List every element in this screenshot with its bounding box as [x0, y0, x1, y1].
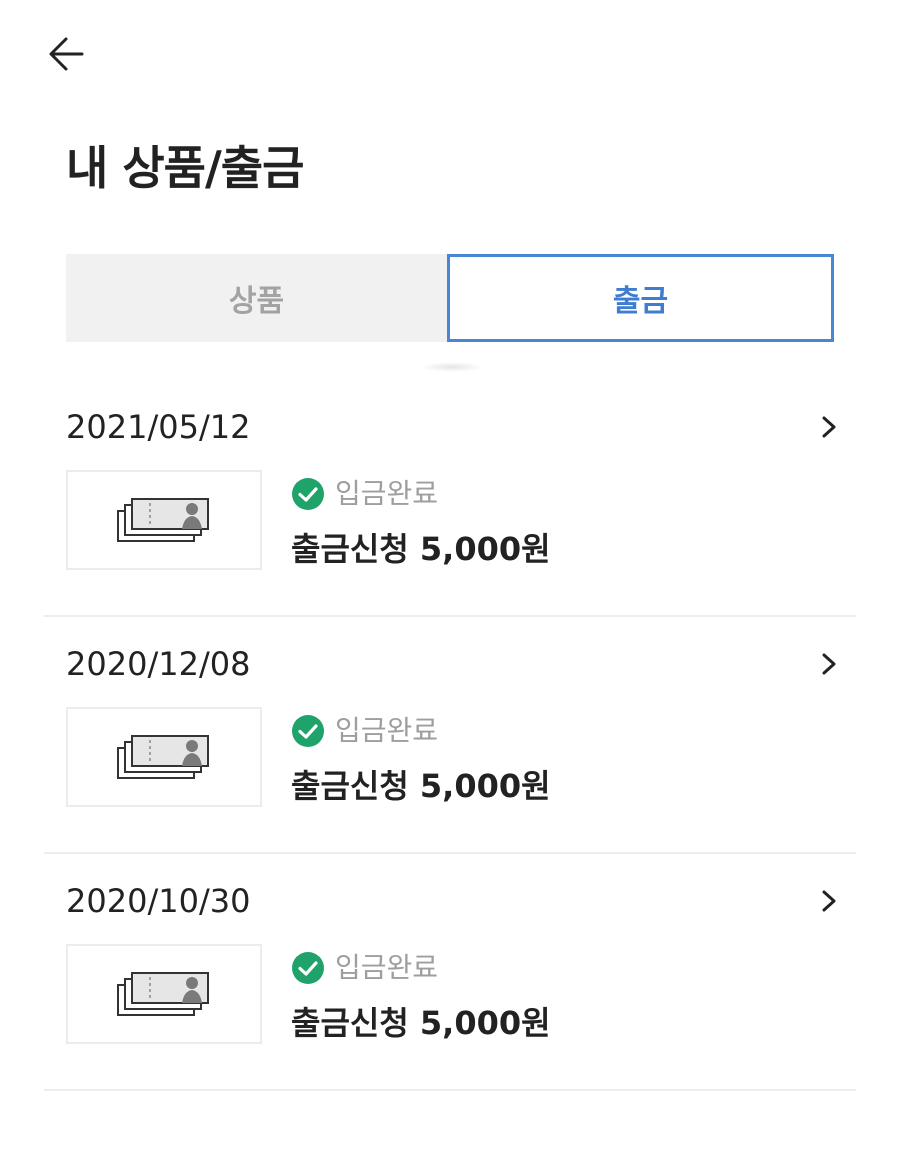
banknote-thumbnail: [66, 470, 262, 570]
withdrawal-amount: 출금신청 5,000원: [291, 1004, 551, 1042]
arrow-left-icon: [49, 37, 84, 71]
banknote-thumbnail: [66, 707, 262, 807]
status-badge: 입금완료: [291, 950, 438, 986]
page-title: 내 상품/출금: [66, 141, 304, 195]
back-button[interactable]: [40, 28, 92, 80]
tab-withdrawal[interactable]: 출금: [447, 254, 834, 342]
scroll-shadow: [420, 362, 484, 372]
status-label: 입금완료: [335, 477, 439, 510]
status-badge: 입금완료: [291, 713, 438, 749]
entry-date: 2020/12/08: [66, 645, 251, 683]
tab-products[interactable]: 상품: [66, 254, 447, 342]
withdrawal-amount: 출금신청 5,000원: [291, 530, 551, 568]
divider: [44, 1089, 856, 1091]
withdrawal-list: 2021/05/12 입금완료 출금신청 5,000원 2020/12/08 입…: [0, 380, 900, 1091]
status-label: 입금완료: [335, 714, 439, 747]
banknote-icon: [117, 735, 209, 779]
check-circle-icon: [292, 952, 324, 984]
chevron-right-icon[interactable]: [812, 647, 846, 681]
chevron-right-icon[interactable]: [812, 884, 846, 918]
list-item[interactable]: 2020/10/30 입금완료 출금신청 5,000원: [0, 854, 900, 1091]
chevron-right-icon[interactable]: [812, 410, 846, 444]
status-badge: 입금완료: [291, 476, 438, 512]
banknote-thumbnail: [66, 944, 262, 1044]
withdrawal-amount: 출금신청 5,000원: [291, 767, 551, 805]
list-item[interactable]: 2020/12/08 입금완료 출금신청 5,000원: [0, 617, 900, 854]
tab-bar: 상품 출금: [66, 254, 834, 342]
list-item[interactable]: 2021/05/12 입금완료 출금신청 5,000원: [0, 380, 900, 617]
banknote-icon: [117, 972, 209, 1016]
banknote-icon: [117, 498, 209, 542]
check-circle-icon: [292, 478, 324, 510]
check-circle-icon: [292, 715, 324, 747]
status-label: 입금완료: [335, 951, 439, 984]
entry-date: 2020/10/30: [66, 882, 251, 920]
entry-date: 2021/05/12: [66, 408, 251, 446]
